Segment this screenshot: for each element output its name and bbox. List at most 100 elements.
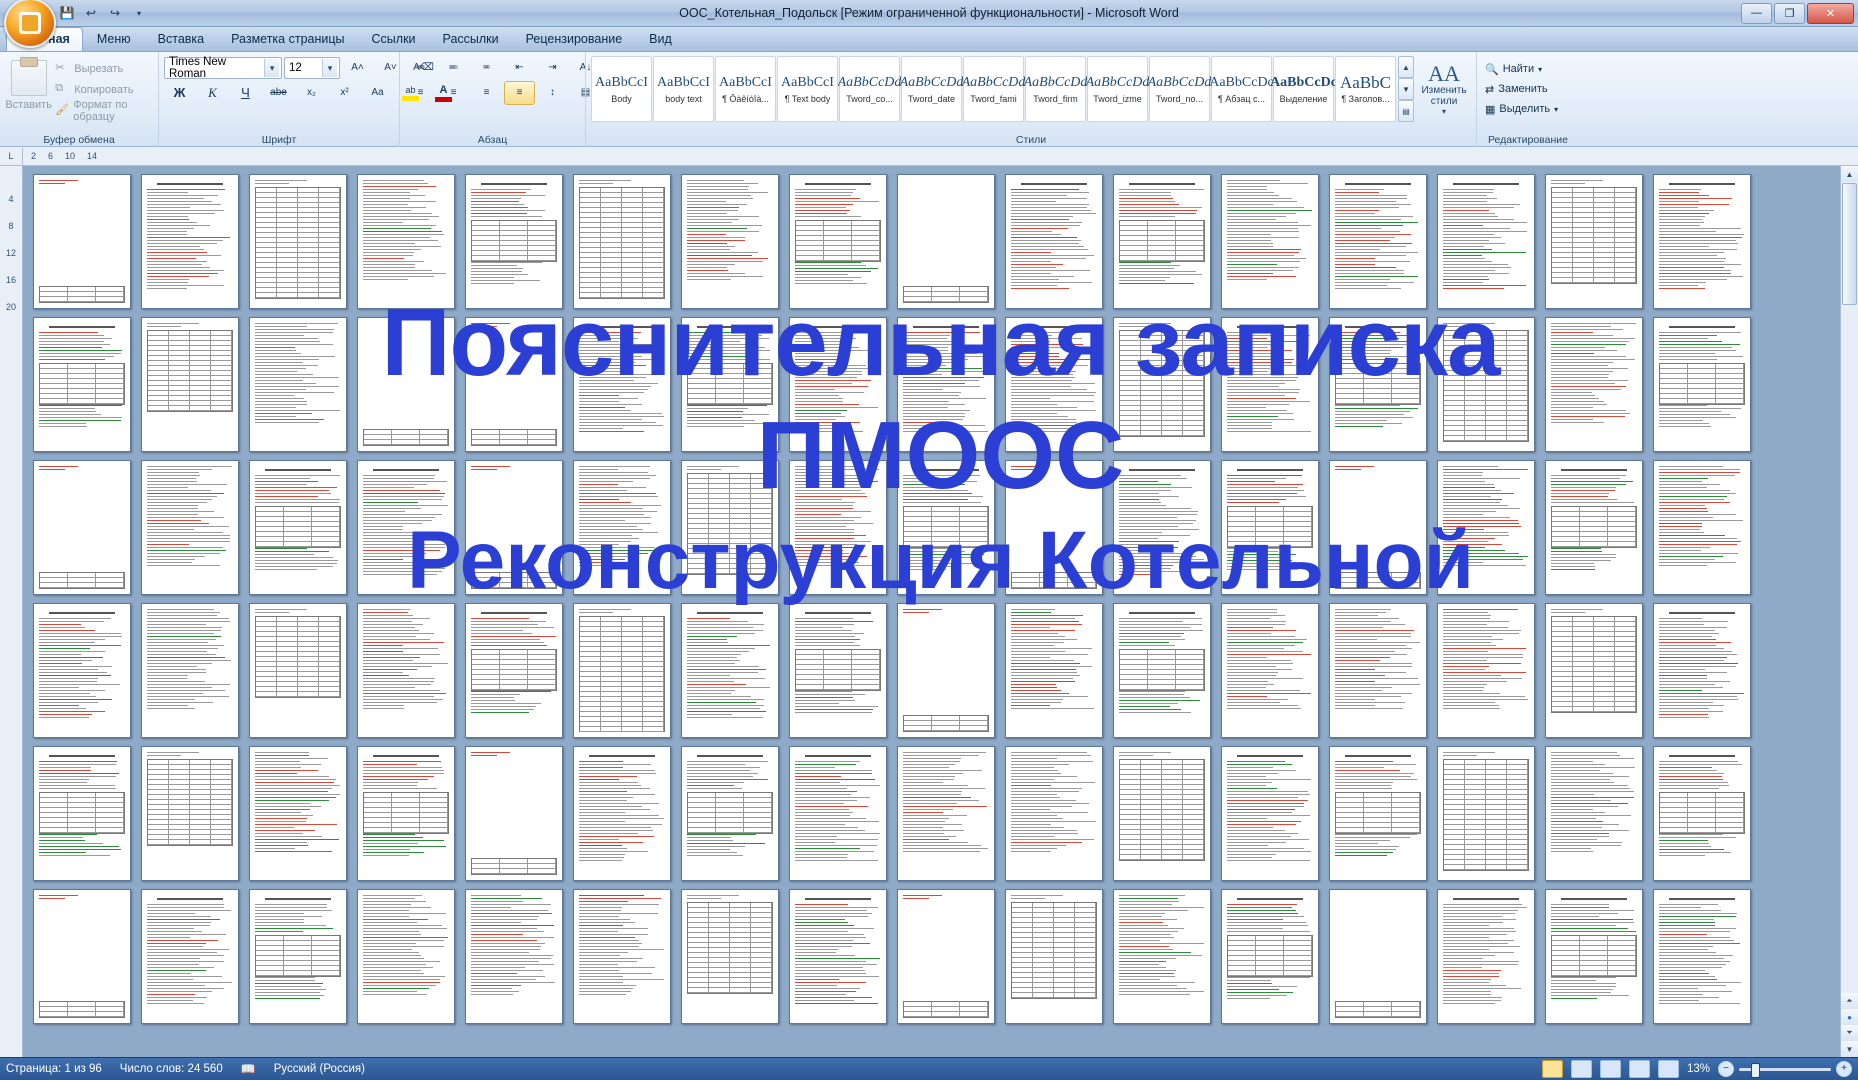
grow-font-button[interactable]: A˄	[342, 56, 373, 80]
page-thumbnail[interactable]	[1545, 460, 1643, 595]
page-thumbnail[interactable]	[1005, 174, 1103, 309]
page-thumbnail[interactable]	[1653, 889, 1751, 1024]
tab-mailings[interactable]: Рассылки	[430, 27, 512, 51]
page-thumbnail[interactable]	[141, 889, 239, 1024]
decrease-indent-button[interactable]: ⇤	[504, 56, 535, 80]
page-thumbnails[interactable]	[33, 174, 1823, 1024]
multilevel-list-button[interactable]: ≖	[471, 56, 502, 80]
page-thumbnail[interactable]	[681, 603, 779, 738]
page-thumbnail[interactable]	[1005, 317, 1103, 452]
page-thumbnail[interactable]	[1005, 603, 1103, 738]
page-thumbnail[interactable]	[1329, 889, 1427, 1024]
paste-button[interactable]: Вставить	[5, 56, 52, 111]
page-thumbnail[interactable]	[249, 460, 347, 595]
zoom-track[interactable]	[1739, 1068, 1831, 1071]
page-thumbnail[interactable]	[357, 174, 455, 309]
scroll-down-icon[interactable]: ▼	[1841, 1041, 1858, 1057]
page-thumbnail[interactable]	[465, 603, 563, 738]
page-thumbnail[interactable]	[249, 746, 347, 881]
tab-page-layout[interactable]: Разметка страницы	[218, 27, 357, 51]
zoom-slider[interactable]: − +	[1718, 1061, 1852, 1077]
subscript-button[interactable]: x₂	[296, 81, 327, 105]
page-thumbnail[interactable]	[357, 317, 455, 452]
page-thumbnail[interactable]	[1653, 746, 1751, 881]
page-thumbnail[interactable]	[573, 746, 671, 881]
page-thumbnail[interactable]	[573, 889, 671, 1024]
scrollbar-thumb[interactable]	[1842, 183, 1857, 305]
underline-button[interactable]: Ч	[230, 81, 261, 105]
chevron-down-icon[interactable]: ▾	[322, 59, 337, 77]
word-count[interactable]: Число слов: 24 560	[120, 1063, 223, 1075]
page-thumbnail[interactable]	[1437, 603, 1535, 738]
view-draft-button[interactable]	[1658, 1060, 1679, 1078]
page-thumbnail[interactable]	[1113, 174, 1211, 309]
style-item[interactable]: AaBbCcI body text	[653, 56, 714, 122]
page-thumbnail[interactable]	[1113, 603, 1211, 738]
page-thumbnail[interactable]	[1113, 746, 1211, 881]
style-item[interactable]: AaBbCcDd Tword_date	[901, 56, 962, 122]
zoom-in-button[interactable]: +	[1836, 1061, 1852, 1077]
page-thumbnail[interactable]	[1221, 460, 1319, 595]
page-thumbnail[interactable]	[1113, 317, 1211, 452]
change-case-button[interactable]: Aa	[362, 81, 393, 105]
previous-page-icon[interactable]: ⏶	[1841, 993, 1858, 1009]
italic-button[interactable]: К	[197, 81, 228, 105]
page-thumbnail[interactable]	[789, 174, 887, 309]
customize-qat-icon[interactable]: ▾	[128, 3, 150, 23]
page-thumbnail[interactable]	[357, 746, 455, 881]
page-thumbnail[interactable]	[681, 746, 779, 881]
save-icon[interactable]: 💾	[56, 3, 78, 23]
page-thumbnail[interactable]	[357, 460, 455, 595]
style-item[interactable]: AaBbCcDc ¶ Абзац с...	[1211, 56, 1272, 122]
page-thumbnail[interactable]	[465, 746, 563, 881]
scroll-up-icon[interactable]: ▲	[1841, 166, 1858, 182]
styles-scroll-up-icon[interactable]: ▲	[1398, 56, 1414, 78]
strikethrough-button[interactable]: abe	[263, 81, 294, 105]
page-thumbnail[interactable]	[789, 317, 887, 452]
page-thumbnail[interactable]	[1329, 460, 1427, 595]
page-thumbnail[interactable]	[465, 174, 563, 309]
chevron-down-icon[interactable]: ▾	[1538, 65, 1542, 74]
find-button[interactable]: 🔍 Найти ▾	[1482, 59, 1545, 79]
align-center-button[interactable]: ≡	[438, 81, 469, 105]
page-thumbnail[interactable]	[789, 889, 887, 1024]
page-thumbnail[interactable]	[681, 174, 779, 309]
page-thumbnail[interactable]	[33, 460, 131, 595]
page-thumbnail[interactable]	[1329, 174, 1427, 309]
page-thumbnail[interactable]	[897, 460, 995, 595]
page-thumbnail[interactable]	[1437, 889, 1535, 1024]
vertical-scrollbar[interactable]: ▲ ⏶ ● ⏷ ▼	[1840, 166, 1858, 1057]
page-thumbnail[interactable]	[141, 174, 239, 309]
page-thumbnail[interactable]	[789, 460, 887, 595]
tab-insert[interactable]: Вставка	[145, 27, 217, 51]
format-painter-button[interactable]: 🖌 Формат по образцу	[52, 101, 153, 120]
style-item[interactable]: AaBbC ¶ Заголов...	[1335, 56, 1396, 122]
redo-icon[interactable]: ↪	[104, 3, 126, 23]
page-thumbnail[interactable]	[1653, 317, 1751, 452]
page-thumbnail[interactable]	[1545, 746, 1643, 881]
page-thumbnail[interactable]	[357, 889, 455, 1024]
font-size-combo[interactable]: 12 ▾	[284, 57, 340, 79]
page-thumbnail[interactable]	[249, 889, 347, 1024]
page-thumbnail[interactable]	[1653, 460, 1751, 595]
view-outline-button[interactable]	[1629, 1060, 1650, 1078]
page-thumbnail[interactable]	[1221, 317, 1319, 452]
tab-selector-icon[interactable]: L	[0, 148, 23, 165]
page-thumbnail[interactable]	[1005, 460, 1103, 595]
close-button[interactable]: ✕	[1807, 3, 1854, 24]
view-print-layout-button[interactable]	[1542, 1060, 1563, 1078]
page-thumbnail[interactable]	[1329, 746, 1427, 881]
page-thumbnail[interactable]	[1653, 603, 1751, 738]
styles-more-icon[interactable]: ▤	[1398, 100, 1414, 122]
style-item[interactable]: AaBbCcI Body	[591, 56, 652, 122]
numbering-button[interactable]: ≕	[438, 56, 469, 80]
page-thumbnail[interactable]	[1113, 889, 1211, 1024]
page-thumbnail[interactable]	[681, 460, 779, 595]
spellcheck-icon[interactable]: 📖	[241, 1062, 256, 1076]
styles-scroll-down-icon[interactable]: ▼	[1398, 78, 1414, 100]
page-thumbnail[interactable]	[1545, 603, 1643, 738]
page-thumbnail[interactable]	[1545, 889, 1643, 1024]
page-thumbnail[interactable]	[357, 603, 455, 738]
style-item[interactable]: AaBbCcDd Tword_firm	[1025, 56, 1086, 122]
page-thumbnail[interactable]	[897, 317, 995, 452]
